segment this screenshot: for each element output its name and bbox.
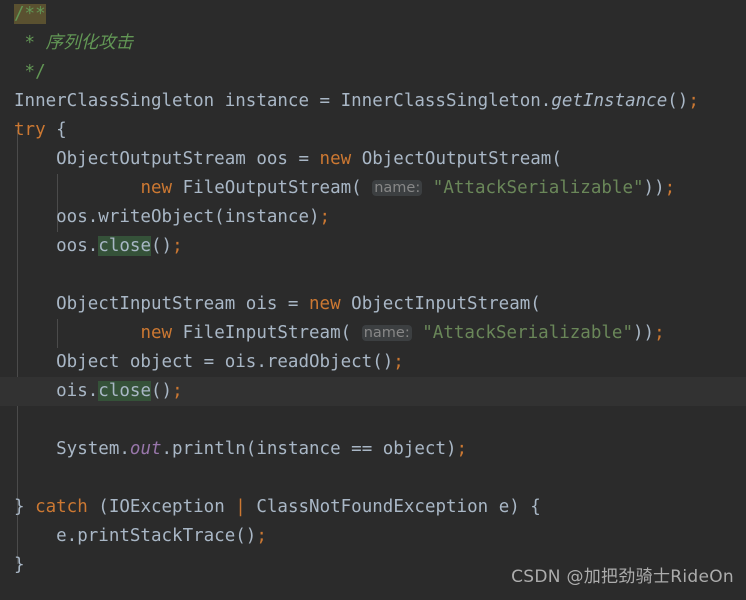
call-println: .println(instance == object) (161, 439, 457, 459)
code-line-3[interactable]: */ (0, 58, 746, 87)
code-line-7[interactable]: new FileOutputStream( name: "AttackSeria… (0, 174, 746, 203)
javadoc-text: 序列化攻击 (45, 33, 134, 53)
static-field-out: out (129, 439, 162, 459)
pipe-operator: | (235, 497, 246, 517)
paren-close-12b: ) (643, 323, 655, 343)
code-line-15-blank[interactable] (0, 406, 746, 435)
semicolon-13: ; (393, 352, 404, 372)
param-hint-name-2: name: (361, 325, 412, 341)
decl-oos: ObjectOutputStream oos = (14, 149, 320, 169)
code-line-8[interactable]: oos.writeObject(instance); (0, 203, 746, 232)
paren-close-7b: ) (654, 178, 665, 198)
semicolon-7: ; (664, 178, 676, 198)
ctor-fileoutputstream: FileOutputStream( (172, 178, 373, 198)
code-line-19[interactable]: e.printStackTrace(); (0, 522, 746, 551)
var-ois-14: ois. (14, 381, 99, 401)
keyword-new-2: new (140, 178, 173, 198)
ctor-objectoutputstream: ObjectOutputStream( (351, 149, 562, 169)
code-line-17-blank[interactable] (0, 464, 746, 493)
javadoc-close-token: */ (14, 62, 46, 82)
keyword-new-3: new (309, 294, 341, 314)
ref-system: System. (14, 439, 130, 459)
catch-open: (IOException (87, 497, 236, 517)
code-line-9[interactable]: oos.close(); (0, 232, 746, 261)
decl-object: Object object = ois.readObject() (14, 352, 394, 372)
decl-ois: ObjectInputStream ois = (14, 294, 310, 314)
semicolon: ; (688, 91, 699, 111)
code-line-18[interactable]: } catch (IOException | ClassNotFoundExce… (0, 493, 746, 522)
paren-group: () (667, 91, 689, 111)
call-close-2: close (98, 381, 151, 401)
code-line-2[interactable]: * 序列化攻击 (0, 29, 746, 58)
paren-close-7: ) (643, 178, 655, 198)
type-innerclasssingleton: InnerClassSingleton instance = InnerClas… (14, 91, 552, 111)
semicolon-14: ; (172, 381, 183, 401)
call-printstacktrace: e.printStackTrace() (14, 526, 257, 546)
javadoc-star: * (14, 33, 46, 53)
code-line-12[interactable]: new FileInputStream( name: "AttackSerial… (0, 319, 746, 348)
paren-14: () (150, 381, 173, 401)
code-line-1[interactable]: /** (0, 0, 746, 29)
indent-7 (14, 178, 140, 198)
param-hint-name-1: name: (372, 180, 423, 196)
call-getinstance: getInstance (551, 91, 668, 111)
call-writeobject: oos.writeObject(instance) (14, 207, 320, 227)
code-line-14[interactable]: ois.close(); (0, 377, 746, 406)
semicolon-9: ; (172, 236, 183, 256)
code-editor[interactable]: /** * 序列化攻击 */ InnerClassSingleton insta… (0, 0, 746, 600)
keyword-new-1: new (319, 149, 352, 169)
javadoc-open-token: /** (14, 4, 46, 24)
string-attackserializable-1: "AttackSerializable" (432, 178, 644, 198)
catch-rest: ClassNotFoundException e) { (245, 497, 541, 517)
space-7 (422, 178, 433, 198)
code-line-5[interactable]: try { (0, 116, 746, 145)
paren-close-12: ) (632, 323, 644, 343)
code-line-10-blank[interactable] (0, 261, 746, 290)
code-line-11[interactable]: ObjectInputStream ois = new ObjectInputS… (0, 290, 746, 319)
var-oos-9: oos. (14, 236, 99, 256)
code-line-6[interactable]: ObjectOutputStream oos = new ObjectOutpu… (0, 145, 746, 174)
space-12 (412, 323, 423, 343)
ctor-objectinputstream: ObjectInputStream( (340, 294, 541, 314)
brace-close-20: } (14, 555, 25, 575)
brace-open: { (45, 120, 67, 140)
string-attackserializable-2: "AttackSerializable" (422, 323, 633, 343)
paren-9: () (150, 236, 173, 256)
semicolon-12: ; (654, 323, 665, 343)
keyword-catch: catch (35, 497, 88, 517)
call-close-1: close (98, 236, 151, 256)
keyword-try: try (14, 120, 46, 140)
code-line-13[interactable]: Object object = ois.readObject(); (0, 348, 746, 377)
brace-close-18: } (14, 497, 36, 517)
indent-12 (14, 323, 140, 343)
ctor-fileinputstream: FileInputStream( (172, 323, 362, 343)
csdn-watermark: CSDN @加把劲骑士RideOn (511, 567, 734, 587)
semicolon-8: ; (319, 207, 331, 227)
semicolon-16: ; (456, 439, 468, 459)
semicolon-19: ; (256, 526, 267, 546)
code-line-4[interactable]: InnerClassSingleton instance = InnerClas… (0, 87, 746, 116)
code-line-16[interactable]: System.out.println(instance == object); (0, 435, 746, 464)
keyword-new-4: new (140, 323, 173, 343)
code-lines[interactable]: /** * 序列化攻击 */ InnerClassSingleton insta… (0, 0, 746, 580)
